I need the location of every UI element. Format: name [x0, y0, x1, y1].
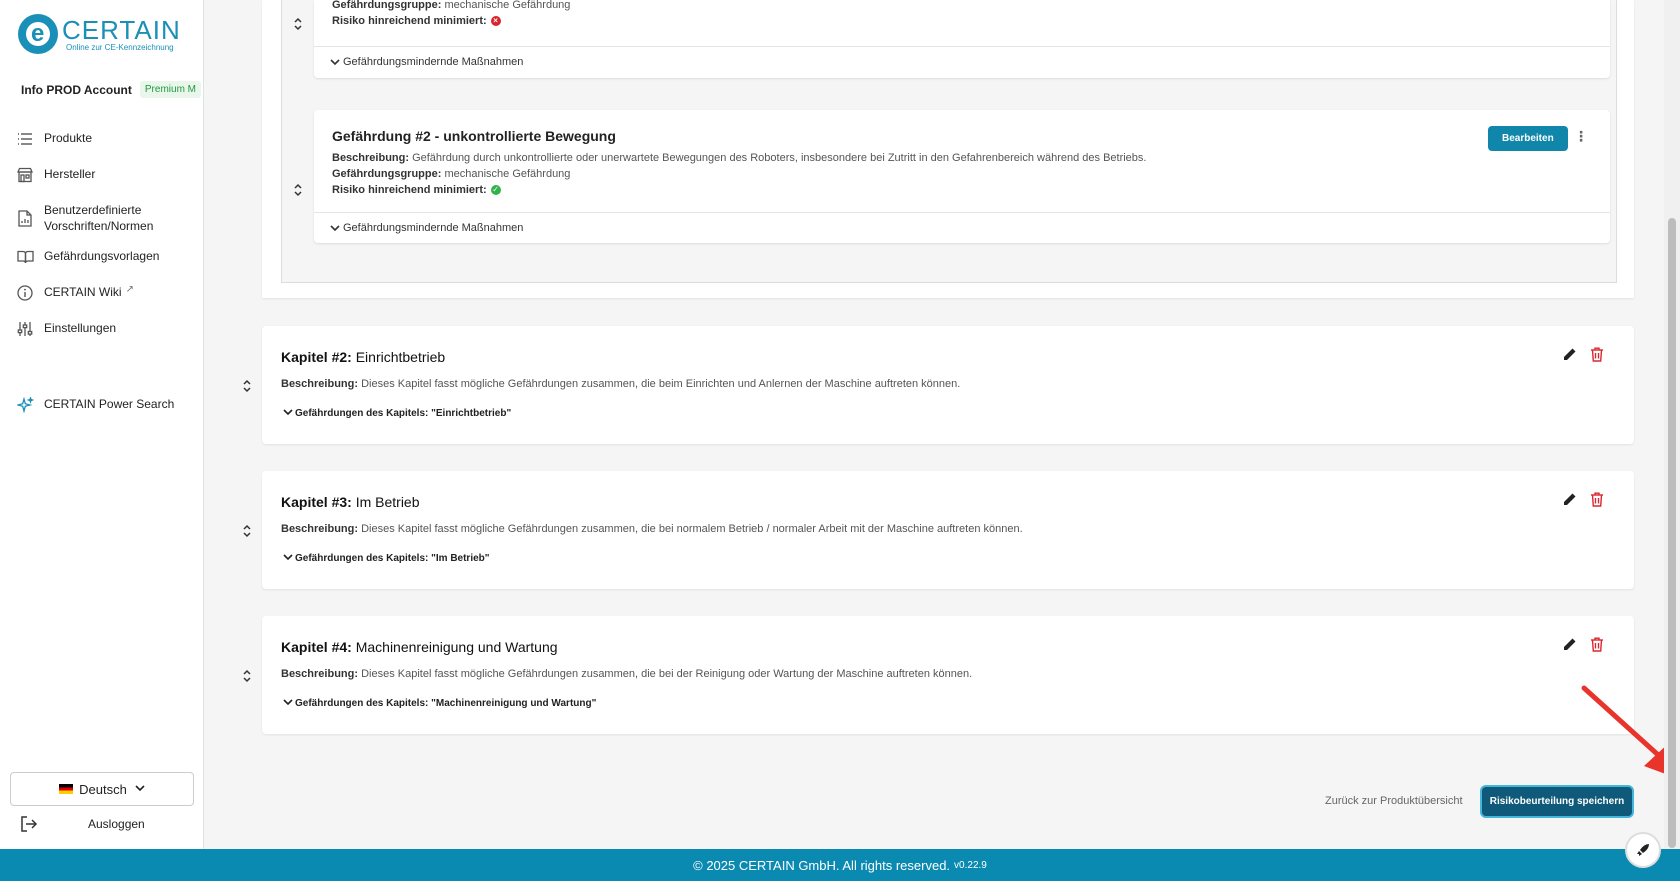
- nav-label: CERTAIN Wiki: [44, 285, 122, 299]
- plan-badge: Premium M: [139, 81, 202, 98]
- sparkle-icon: [16, 396, 34, 414]
- copyright-text: © 2025 CERTAIN GmbH. All rights reserved…: [693, 857, 951, 873]
- reorder-icon[interactable]: [292, 183, 304, 197]
- back-to-products-link[interactable]: Zurück zur Produktübersicht: [1325, 795, 1463, 807]
- nav-label: Produkte: [44, 131, 93, 145]
- nav-label: CERTAIN Power Search: [44, 397, 175, 411]
- list-icon: [16, 130, 34, 148]
- language-value: Deutsch: [79, 781, 127, 797]
- logout-label: Ausloggen: [88, 817, 145, 831]
- logout-icon: [20, 815, 38, 833]
- main-nav: Produkte Hersteller Benutzerdefinierte V…: [16, 130, 196, 414]
- chapter-2-hazards-toggle[interactable]: Gefährdungen des Kapitels: "Einrichtbetr…: [283, 408, 511, 419]
- account-info: Info PROD Account Premium M: [21, 81, 202, 98]
- page-footer: © 2025 CERTAIN GmbH. All rights reserved…: [0, 849, 1680, 881]
- risk-minimized-icon: ✓: [490, 185, 501, 196]
- german-flag-icon: [59, 784, 74, 794]
- certain-logo[interactable]: CERTAIN Online zur CE-Kennzeichnung: [18, 14, 181, 54]
- hazard-2-measures-toggle[interactable]: Gefährdungsmindernde Maßnahmen: [314, 212, 1610, 243]
- account-name: Info PROD Account: [21, 82, 132, 97]
- chevron-down-icon: [283, 554, 293, 561]
- more-options-icon[interactable]: ⋮: [1574, 128, 1588, 145]
- chapter-2-description: Beschreibung: Dieses Kapitel fasst mögli…: [281, 378, 961, 390]
- scrollbar[interactable]: [1664, 0, 1680, 849]
- chapter-4-title: Kapitel #4: Machinenreinigung und Wartun…: [281, 639, 558, 655]
- hazard-1-details: Gefährdungsgruppe: mechanische Gefährdun…: [332, 0, 570, 29]
- hazard-2-title: Gefährdung #2 - unkontrollierte Bewegung: [332, 128, 616, 144]
- info-icon: [16, 284, 34, 302]
- risk-not-minimized-icon: ×: [490, 16, 501, 27]
- rocket-icon: [1637, 844, 1649, 856]
- chevron-down-icon: [283, 699, 293, 706]
- help-widget-button[interactable]: [1625, 832, 1661, 868]
- chevron-down-icon: [135, 784, 145, 795]
- chapter-card-4: Kapitel #4: Machinenreinigung und Wartun…: [262, 616, 1634, 734]
- hazard-2-group: Gefährdungsgruppe: mechanische Gefährdun…: [332, 168, 571, 180]
- logout-button[interactable]: Ausloggen: [20, 815, 145, 833]
- nav-item-gefaehrdungsvorlagen[interactable]: Gefährdungsvorlagen: [16, 248, 196, 266]
- logo-tagline: Online zur CE-Kennzeichnung: [66, 42, 174, 52]
- nav-item-einstellungen[interactable]: Einstellungen: [16, 320, 196, 338]
- sidebar: CERTAIN Online zur CE-Kennzeichnung Info…: [0, 0, 204, 849]
- delete-chapter-icon[interactable]: [1590, 492, 1606, 508]
- nav-item-hersteller[interactable]: Hersteller: [16, 166, 196, 184]
- chapter-3-hazards-toggle[interactable]: Gefährdungen des Kapitels: "Im Betrieb": [283, 553, 490, 564]
- main-content: Gefährdungsgruppe: mechanische Gefährdun…: [204, 0, 1680, 849]
- nav-item-vorschriften[interactable]: Benutzerdefinierte Vorschriften/Normen: [16, 202, 196, 234]
- reorder-icon[interactable]: [241, 379, 253, 393]
- chapter-4-hazards-toggle[interactable]: Gefährdungen des Kapitels: "Machinenrein…: [283, 698, 596, 709]
- delete-chapter-icon[interactable]: [1590, 637, 1606, 653]
- hazard-card-2: Gefährdung #2 - unkontrollierte Bewegung…: [314, 110, 1610, 243]
- logo-name: CERTAIN: [62, 14, 181, 45]
- edit-chapter-icon[interactable]: [1563, 637, 1579, 653]
- language-select[interactable]: Deutsch: [10, 772, 194, 806]
- nav-label: Hersteller: [44, 167, 96, 181]
- nav-item-power-search[interactable]: CERTAIN Power Search: [16, 396, 196, 414]
- nav-label: Einstellungen: [44, 321, 117, 335]
- nav-item-produkte[interactable]: Produkte: [16, 130, 196, 148]
- reorder-icon[interactable]: [241, 669, 253, 683]
- version-label: v0.22.9: [954, 859, 987, 871]
- hazard-2-details: Beschreibung: Gefährdung durch unkontrol…: [332, 150, 1146, 198]
- sliders-icon: [16, 320, 34, 338]
- edit-hazard-button[interactable]: Bearbeiten: [1488, 126, 1568, 151]
- chevron-down-icon: [330, 224, 340, 231]
- chapter-3-description: Beschreibung: Dieses Kapitel fasst mögli…: [281, 523, 1023, 535]
- chevron-down-icon: [283, 409, 293, 416]
- save-risk-assessment-button[interactable]: Risikobeurteilung speichern: [1482, 787, 1632, 816]
- external-link-icon: ↗: [125, 284, 134, 295]
- chapter-2-title: Kapitel #2: Einrichtbetrieb: [281, 349, 446, 365]
- reorder-icon[interactable]: [292, 17, 304, 31]
- chapter-4-description: Beschreibung: Dieses Kapitel fasst mögli…: [281, 668, 973, 680]
- hazard-1-group: Gefährdungsgruppe: mechanische Gefährdun…: [332, 0, 571, 11]
- document-icon: [16, 209, 34, 227]
- chapter-3-title: Kapitel #3: Im Betrieb: [281, 494, 420, 510]
- chevron-down-icon: [330, 58, 340, 65]
- nav-label: Benutzerdefinierte Vorschriften/Normen: [44, 203, 154, 233]
- book-icon: [16, 248, 34, 266]
- hazard-1-measures-toggle[interactable]: Gefährdungsmindernde Maßnahmen: [314, 46, 1610, 77]
- logo-icon: [18, 14, 58, 54]
- scrollbar-thumb[interactable]: [1668, 218, 1676, 848]
- hazard-2-risk: Risiko hinreichend minimiert: ✓: [332, 184, 501, 196]
- chapter-card-3: Kapitel #3: Im Betrieb Beschreibung: Die…: [262, 471, 1634, 589]
- edit-chapter-icon[interactable]: [1563, 347, 1579, 363]
- hazard-2-description: Beschreibung: Gefährdung durch unkontrol…: [332, 152, 1147, 164]
- chapter-card-2: Kapitel #2: Einrichtbetrieb Beschreibung…: [262, 326, 1634, 444]
- hazard-1-risk: Risiko hinreichend minimiert: ×: [332, 13, 570, 29]
- delete-chapter-icon[interactable]: [1590, 347, 1606, 363]
- reorder-icon[interactable]: [241, 524, 253, 538]
- store-icon: [16, 166, 34, 184]
- edit-chapter-icon[interactable]: [1563, 492, 1579, 508]
- nav-label: Gefährdungsvorlagen: [44, 249, 160, 263]
- nav-item-certain-wiki[interactable]: CERTAIN Wiki ↗: [16, 284, 196, 302]
- hazard-card-1: Gefährdungsgruppe: mechanische Gefährdun…: [314, 0, 1610, 78]
